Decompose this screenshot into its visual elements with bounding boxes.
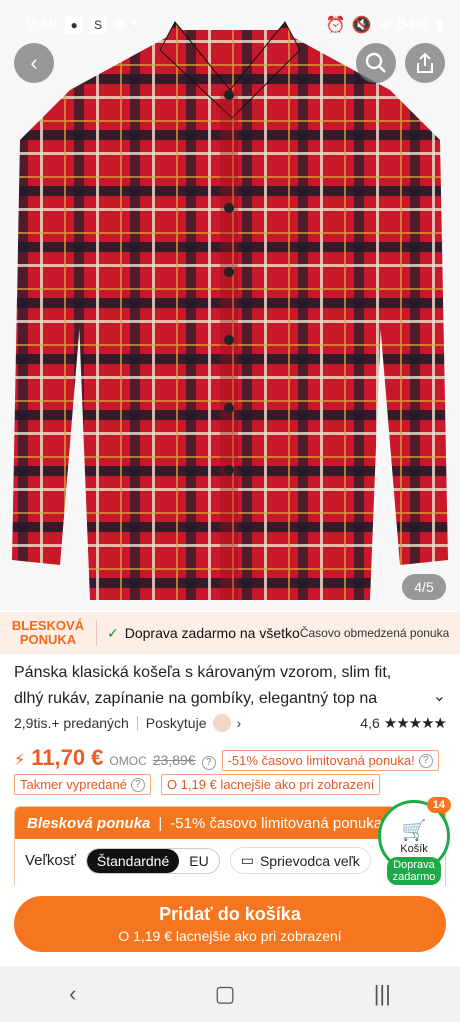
product-image[interactable] bbox=[0, 0, 460, 610]
tags-row: Takmer vypredané ? O 1,19 € lacnejšie ak… bbox=[14, 774, 381, 795]
flash-offer-title: Blesková ponuka bbox=[27, 814, 151, 832]
divider bbox=[136, 716, 138, 730]
price-row: ⚡ 11,70 € OMOC 23,89€ ? -51% časovo limi… bbox=[14, 745, 454, 771]
flash-offer-subtitle: -51% časovo limitovaná ponuka! bbox=[170, 814, 387, 832]
battery-text: 84% bbox=[397, 16, 430, 33]
size-label: Veľkosť bbox=[25, 852, 76, 869]
flash-badge-line2: PONUKA bbox=[19, 632, 77, 647]
status-bar: 9:49 ● S ✾ • ⏰ 🔇 ≋ 84% ▮ bbox=[0, 0, 460, 50]
nav-back-icon[interactable]: ‹ bbox=[69, 981, 76, 1007]
limited-offer-text: Časovo obmedzená ponuka bbox=[299, 626, 450, 640]
lightning-icon: ⚡ bbox=[14, 752, 26, 769]
ruler-icon: ▭ bbox=[240, 852, 254, 868]
old-price: 23,89€ bbox=[152, 752, 196, 768]
product-title: Pánska klasická košeľa s károvaným vzoro… bbox=[14, 664, 392, 707]
free-shipping-text: Doprava zadarmo na všetko bbox=[124, 625, 300, 641]
size-guide-text: Sprievodca veľk bbox=[259, 852, 360, 869]
current-price: 11,70 € bbox=[31, 745, 104, 770]
alarm-icon: ⏰ bbox=[325, 17, 346, 34]
plaid-shirt-image bbox=[0, 0, 460, 610]
info-icon[interactable]: ? bbox=[201, 756, 216, 770]
store-avatar[interactable] bbox=[212, 714, 231, 732]
add-to-cart-label: Pridať do košíka bbox=[159, 904, 301, 924]
check-icon: ✓ bbox=[107, 624, 119, 641]
almost-sold-out-text: Takmer vypredané bbox=[20, 777, 127, 792]
add-to-cart-sublabel: O 1,19 € lacnejšie ako pri zobrazení bbox=[118, 928, 342, 944]
add-to-cart-button[interactable]: Pridať do košíka O 1,19 € lacnejšie ako … bbox=[14, 896, 446, 952]
system-nav-bar: ‹ ▢ ||| bbox=[0, 966, 460, 1022]
notification-icons: ● S ✾ • bbox=[65, 15, 138, 35]
free-shipping-pill: Doprava zadarmo bbox=[386, 857, 442, 885]
nav-recents-icon[interactable]: ||| bbox=[374, 981, 391, 1007]
dot-icon: • bbox=[132, 16, 139, 33]
nav-home-icon[interactable]: ▢ bbox=[215, 981, 236, 1007]
product-meta: 2,9tis.+ predaných Poskytuje › 4,6 ★★★★★ bbox=[14, 712, 447, 734]
size-guide-button[interactable]: ▭ Sprievodca veľk bbox=[229, 847, 371, 874]
wifi-icon: ≋ bbox=[377, 17, 392, 34]
divider: | bbox=[158, 814, 163, 832]
cart-label: Košík bbox=[400, 842, 428, 855]
star-rating-icons: ★★★★★ bbox=[383, 715, 447, 732]
almost-sold-out-tag: Takmer vypredané ? bbox=[14, 774, 151, 795]
flash-badge-line1: BLESKOVÁ bbox=[11, 618, 85, 633]
mute-icon: 🔇 bbox=[351, 17, 372, 34]
info-icon[interactable]: ? bbox=[418, 753, 433, 768]
discount-tag: -51% časovo limitovaná ponuka! ? bbox=[221, 750, 439, 771]
discount-tag-text: -51% časovo limitovaná ponuka! bbox=[227, 753, 415, 768]
size-system-toggle[interactable]: Štandardné EU bbox=[85, 847, 220, 874]
cheaper-tag: O 1,19 € lacnejšie ako pri zobrazení bbox=[160, 774, 381, 795]
size-eu-option[interactable]: EU bbox=[179, 849, 218, 873]
s-app-icon: S bbox=[89, 16, 108, 34]
search-icon bbox=[365, 52, 386, 73]
status-time: 9:49 bbox=[26, 16, 58, 33]
floating-cart-button[interactable]: 14 🛒 Košík Doprava zadarmo bbox=[378, 797, 451, 885]
flash-sale-banner[interactable]: BLESKOVÁ PONUKA ✓ Doprava zadarmo na vše… bbox=[0, 612, 460, 654]
size-standard-option[interactable]: Štandardné bbox=[86, 848, 180, 873]
chevron-left-icon: ‹ bbox=[30, 50, 38, 75]
chevron-right-icon[interactable]: › bbox=[237, 715, 242, 731]
divider bbox=[96, 620, 97, 646]
system-icons: ⏰ 🔇 ≋ 84% ▮ bbox=[326, 15, 444, 35]
chrome-icon: ● bbox=[65, 16, 84, 34]
add-to-cart-bar: Pridať do košíka O 1,19 € lacnejšie ako … bbox=[0, 886, 460, 966]
pill-line2: zadarmo bbox=[392, 871, 436, 883]
sold-count: 2,9tis.+ predaných bbox=[14, 715, 129, 731]
rating[interactable]: 4,6 ★★★★★ bbox=[360, 714, 447, 732]
info-icon[interactable]: ? bbox=[130, 777, 145, 792]
omoc-label: OMOC bbox=[109, 754, 147, 768]
cart-count-badge: 14 bbox=[426, 797, 451, 813]
rating-value: 4,6 bbox=[360, 715, 380, 731]
cart-icon: 🛒 bbox=[401, 819, 427, 842]
image-counter: 4/5 bbox=[402, 574, 446, 600]
flash-sale-badge: BLESKOVÁ PONUKA bbox=[0, 619, 96, 647]
share-icon bbox=[417, 52, 433, 73]
battery-icon: ▮ bbox=[435, 17, 444, 34]
chevron-down-icon[interactable]: ⌄ bbox=[433, 686, 446, 706]
free-shipping-info: ✓ Doprava zadarmo na všetko Časovo obmed… bbox=[107, 625, 449, 642]
pill-line1: Doprava bbox=[393, 859, 435, 871]
fan-icon: ✾ bbox=[113, 17, 127, 34]
provider-label[interactable]: Poskytuje bbox=[146, 715, 207, 731]
